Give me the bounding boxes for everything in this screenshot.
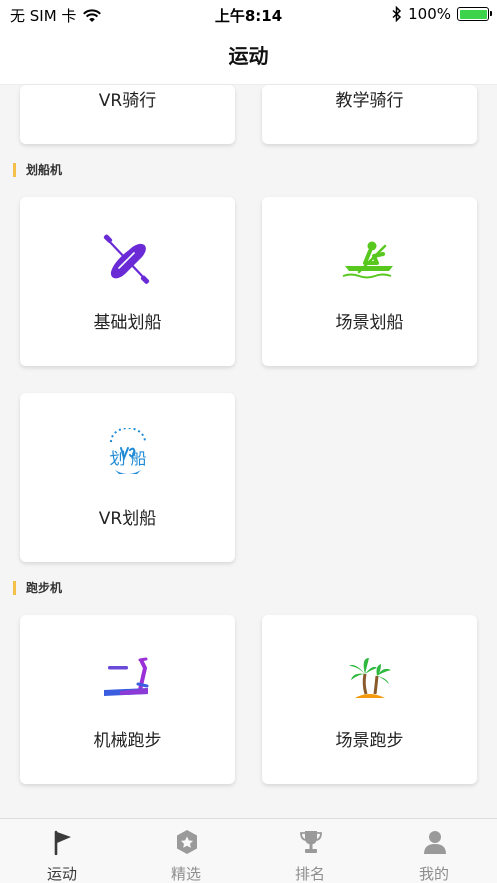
tab-featured[interactable]: 精选 — [124, 819, 248, 883]
section-title-treadmill: 跑步机 — [13, 581, 62, 595]
tab-sport[interactable]: 运动 — [0, 819, 124, 883]
treadmill-icon — [97, 648, 157, 708]
card-mechanical-running[interactable]: 机械跑步 — [20, 615, 235, 784]
status-right: 100% — [392, 5, 492, 23]
status-bar: 无 SIM 卡 上午8:14 100% — [0, 0, 497, 28]
page-title: 运动 — [0, 28, 497, 85]
card-label: VR骑行 — [98, 91, 157, 111]
section-title-rowing: 划船机 — [13, 163, 62, 177]
person-icon — [424, 831, 446, 854]
card-teaching-cycling[interactable]: 教学骑行 — [262, 85, 477, 144]
trophy-icon — [300, 831, 322, 853]
bluetooth-icon — [392, 6, 402, 22]
card-label: 基础划船 — [93, 313, 162, 333]
card-scene-running[interactable]: 场景跑步 — [262, 615, 477, 784]
tab-label: 排名 — [294, 865, 325, 883]
card-label: VR划船 — [98, 509, 157, 529]
rower-scene-icon — [339, 230, 399, 290]
flag-icon — [54, 830, 71, 855]
tab-mine[interactable]: 我的 — [372, 819, 496, 883]
vr-rowing-logo-icon: 划 船 — [97, 426, 159, 486]
card-label: 教学骑行 — [335, 91, 404, 111]
card-label: 场景跑步 — [335, 731, 404, 751]
card-basic-rowing[interactable]: 基础划船 — [20, 197, 235, 366]
tab-label: 我的 — [418, 865, 449, 883]
battery-percent: 100% — [408, 5, 451, 23]
tab-label: 精选 — [170, 865, 201, 883]
tab-bar: 运动 精选 排名 我的 — [0, 818, 497, 883]
star-badge-icon — [177, 830, 197, 854]
tab-ranking[interactable]: 排名 — [248, 819, 372, 883]
card-vr-cycling[interactable]: VR骑行 — [20, 85, 235, 144]
card-label: 场景划船 — [335, 313, 404, 333]
palm-tree-icon — [339, 648, 399, 708]
card-scene-rowing[interactable]: 场景划船 — [262, 197, 477, 366]
battery-fill — [459, 9, 487, 19]
battery-icon — [457, 7, 492, 21]
card-vr-rowing[interactable]: 划 船 VR划船 — [20, 393, 235, 562]
vr-logo-text: 划 船 — [109, 449, 146, 468]
kayak-paddle-icon — [97, 230, 157, 290]
card-label: 机械跑步 — [93, 731, 162, 751]
tab-label: 运动 — [46, 865, 77, 883]
